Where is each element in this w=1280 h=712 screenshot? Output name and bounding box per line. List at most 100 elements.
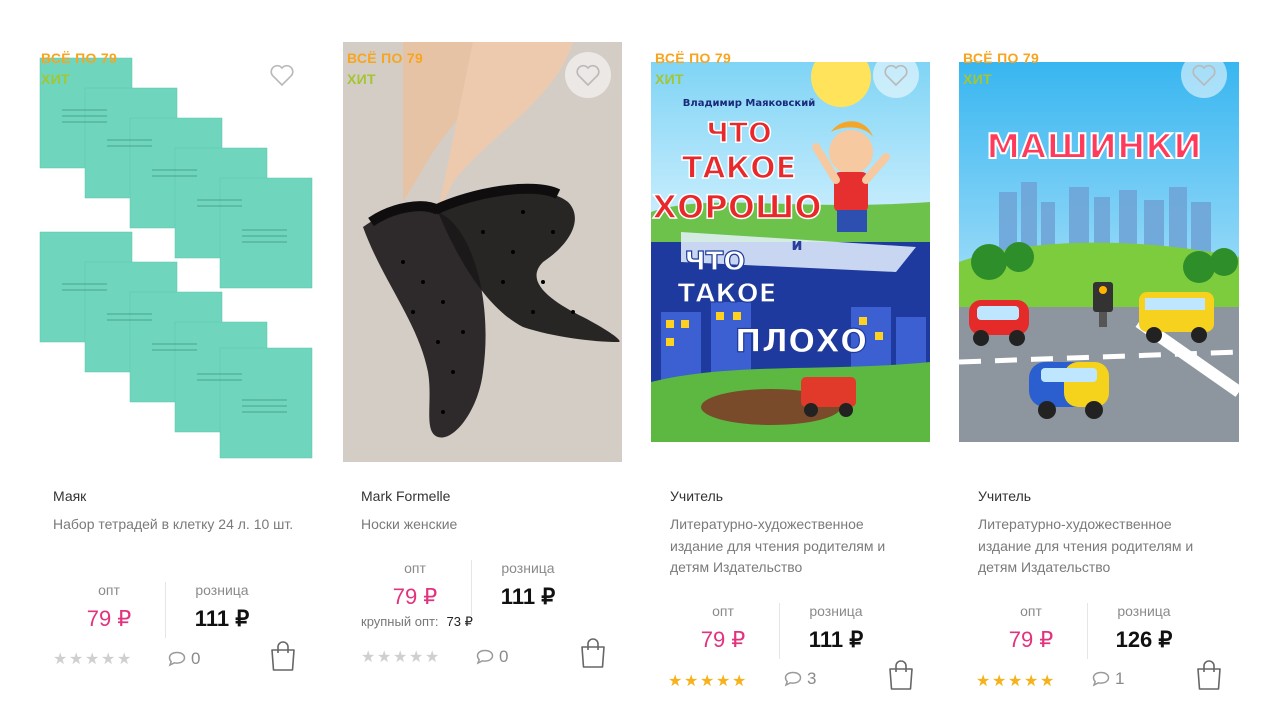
sale-badge: ВСЁ ПО 79 — [655, 50, 732, 66]
price-box: опт 79 ₽ розница 111 ₽ — [359, 560, 589, 620]
favorite-button[interactable] — [873, 52, 919, 98]
retail-label: розница — [501, 560, 555, 576]
socks-image — [343, 42, 622, 462]
star-icon[interactable]: ★ — [1008, 673, 1024, 691]
star-icon[interactable]: ★ — [684, 673, 700, 691]
opt-price-column: опт 79 ₽ — [975, 603, 1087, 653]
book-title-line4: ЧТО — [685, 247, 746, 277]
star-icon[interactable]: ★ — [425, 649, 441, 667]
star-icon[interactable]: ★ — [69, 651, 85, 669]
retail-price-column: розница 111 ₽ — [471, 560, 584, 616]
star-icon[interactable]: ★ — [53, 651, 69, 669]
badges: ВСЁ ПО 79 ХИТ — [41, 48, 117, 90]
star-icon[interactable]: ★ — [700, 673, 716, 691]
product-image[interactable]: Владимир Маяковский ЧТО ТАКОЕ ХОРОШО и Ч… — [651, 62, 930, 442]
star-icon[interactable]: ★ — [668, 673, 684, 691]
price-box: опт 79 ₽ розница 126 ₽ — [975, 603, 1205, 663]
opt-price: 79 ₽ — [86, 606, 132, 631]
opt-price-column: опт 79 ₽ — [53, 582, 165, 632]
book-title-line6: ПЛОХО — [735, 322, 867, 360]
retail-price: 111 ₽ — [808, 627, 864, 652]
add-to-cart-button[interactable] — [1195, 659, 1223, 691]
comments-number: 1 — [1115, 669, 1125, 688]
price-box: опт 79 ₽ розница 111 ₽ — [667, 603, 897, 663]
add-to-cart-button[interactable] — [579, 637, 607, 669]
favorite-button[interactable] — [1181, 52, 1227, 98]
comment-bubble-icon — [784, 671, 802, 687]
product-brand[interactable]: Mark Formelle — [361, 488, 450, 504]
add-to-cart-button[interactable] — [887, 659, 915, 691]
star-icon[interactable]: ★ — [992, 673, 1008, 691]
product-brand[interactable]: Учитель — [670, 488, 723, 504]
heart-icon — [270, 64, 294, 87]
product-image[interactable] — [37, 40, 319, 460]
notebooks-image — [37, 40, 319, 460]
opt-price: 79 ₽ — [1008, 627, 1054, 652]
favorite-button[interactable] — [565, 52, 611, 98]
comments-number: 3 — [807, 669, 817, 688]
product-description[interactable]: Носки женские — [361, 514, 611, 536]
product-brand[interactable]: Маяк — [53, 488, 86, 504]
comments-count[interactable]: 0 — [475, 647, 508, 667]
rating-stars[interactable]: ★ ★ ★ ★ ★ — [976, 673, 1056, 691]
hit-badge: ХИТ — [347, 71, 376, 87]
opt-price: 79 ₽ — [392, 584, 438, 609]
book-cover-image: МАШИНКИ — [959, 62, 1239, 442]
comments-count[interactable]: 1 — [1091, 669, 1124, 689]
shopping-bag-icon — [889, 660, 913, 690]
comment-bubble-icon — [1092, 671, 1110, 687]
rating-stars[interactable]: ★ ★ ★ ★ ★ — [53, 651, 133, 669]
opt-price: 79 ₽ — [700, 627, 746, 652]
badges: ВСЁ ПО 79 ХИТ — [655, 48, 731, 90]
product-description[interactable]: Литературно-художественное издание для ч… — [670, 514, 920, 579]
opt-label: опт — [404, 560, 426, 576]
shopping-bag-icon — [1197, 660, 1221, 690]
price-box: опт 79 ₽ розница 111 ₽ — [53, 582, 283, 642]
star-icon[interactable]: ★ — [716, 673, 732, 691]
product-brand[interactable]: Учитель — [978, 488, 1031, 504]
retail-label: розница — [1117, 603, 1171, 619]
retail-price-column: розница 111 ₽ — [779, 603, 892, 659]
star-icon[interactable]: ★ — [976, 673, 992, 691]
retail-price: 111 ₽ — [194, 606, 250, 631]
comments-number: 0 — [191, 649, 201, 668]
product-image[interactable] — [343, 42, 622, 462]
product-description[interactable]: Литературно-художественное издание для ч… — [978, 514, 1228, 579]
hit-badge: ХИТ — [41, 71, 70, 87]
hit-badge: ХИТ — [963, 71, 992, 87]
star-icon[interactable]: ★ — [85, 651, 101, 669]
opt-label: опт — [98, 582, 120, 598]
sale-badge: ВСЁ ПО 79 — [963, 50, 1040, 66]
star-icon[interactable]: ★ — [101, 651, 117, 669]
star-icon[interactable]: ★ — [393, 649, 409, 667]
rating-stars[interactable]: ★ ★ ★ ★ ★ — [361, 649, 441, 667]
book-title-line5: ТАКОЕ — [678, 279, 777, 309]
add-to-cart-button[interactable] — [269, 640, 297, 672]
star-icon[interactable]: ★ — [377, 649, 393, 667]
heart-icon — [884, 64, 908, 87]
comments-count[interactable]: 0 — [167, 649, 200, 669]
heart-icon — [576, 64, 600, 87]
star-icon[interactable]: ★ — [1040, 673, 1056, 691]
star-icon[interactable]: ★ — [409, 649, 425, 667]
comments-count[interactable]: 3 — [783, 669, 816, 689]
star-icon[interactable]: ★ — [361, 649, 377, 667]
book-title-line3: ХОРОШО — [652, 188, 821, 226]
bulk-label: крупный опт: — [361, 614, 439, 629]
opt-price-column: опт 79 ₽ — [667, 603, 779, 653]
shopping-bag-icon — [271, 641, 295, 671]
favorite-button[interactable] — [259, 52, 305, 98]
hit-badge: ХИТ — [655, 71, 684, 87]
badges: ВСЁ ПО 79 ХИТ — [963, 48, 1039, 90]
retail-label: розница — [809, 603, 863, 619]
rating-stars[interactable]: ★ ★ ★ ★ ★ — [668, 673, 748, 691]
star-icon[interactable]: ★ — [117, 651, 133, 669]
product-image[interactable]: МАШИНКИ — [959, 62, 1239, 442]
comment-bubble-icon — [168, 651, 186, 667]
retail-label: розница — [195, 582, 249, 598]
sale-badge: ВСЁ ПО 79 — [41, 50, 118, 66]
product-description[interactable]: Набор тетрадей в клетку 24 л. 10 шт. — [53, 514, 303, 536]
book-title-line2: ТАКОЕ — [682, 151, 796, 186]
star-icon[interactable]: ★ — [732, 673, 748, 691]
star-icon[interactable]: ★ — [1024, 673, 1040, 691]
